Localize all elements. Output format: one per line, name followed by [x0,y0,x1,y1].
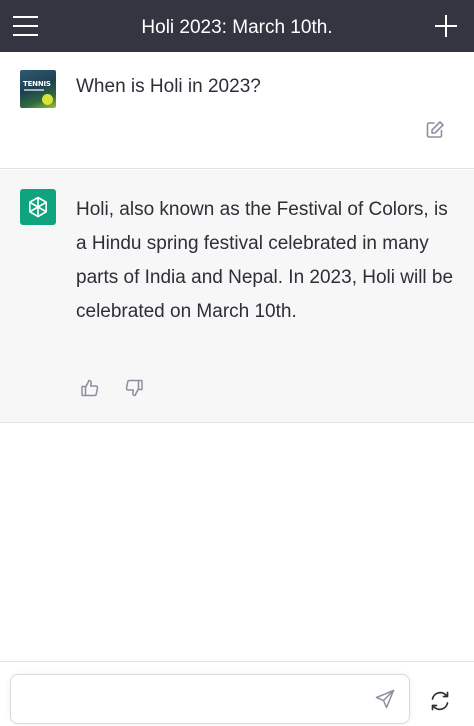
user-message-row [0,52,474,169]
edit-icon[interactable] [425,120,445,140]
message-input[interactable] [23,675,363,723]
thumbs-down-icon[interactable] [124,378,144,398]
hamburger-menu-icon[interactable] [12,13,40,39]
thumbs-up-icon[interactable] [80,378,100,398]
message-input-box[interactable] [10,674,410,724]
plus-icon[interactable] [434,14,458,38]
top-bar: Holi 2023: March 10th. [0,0,474,52]
avatar-label: TENNIS [23,80,51,88]
tennis-ball-icon [42,94,53,105]
avatar-decoration [24,89,44,91]
chat-title: Holi 2023: March 10th. [141,17,333,38]
user-avatar: TENNIS [20,70,56,108]
assistant-message-text: Holi, also known as the Festival of Colo… [76,199,454,322]
refresh-icon[interactable] [429,690,451,712]
openai-logo-icon [20,189,56,225]
user-message-text: When is Holi in 2023? [76,76,261,97]
send-icon[interactable] [375,689,395,709]
